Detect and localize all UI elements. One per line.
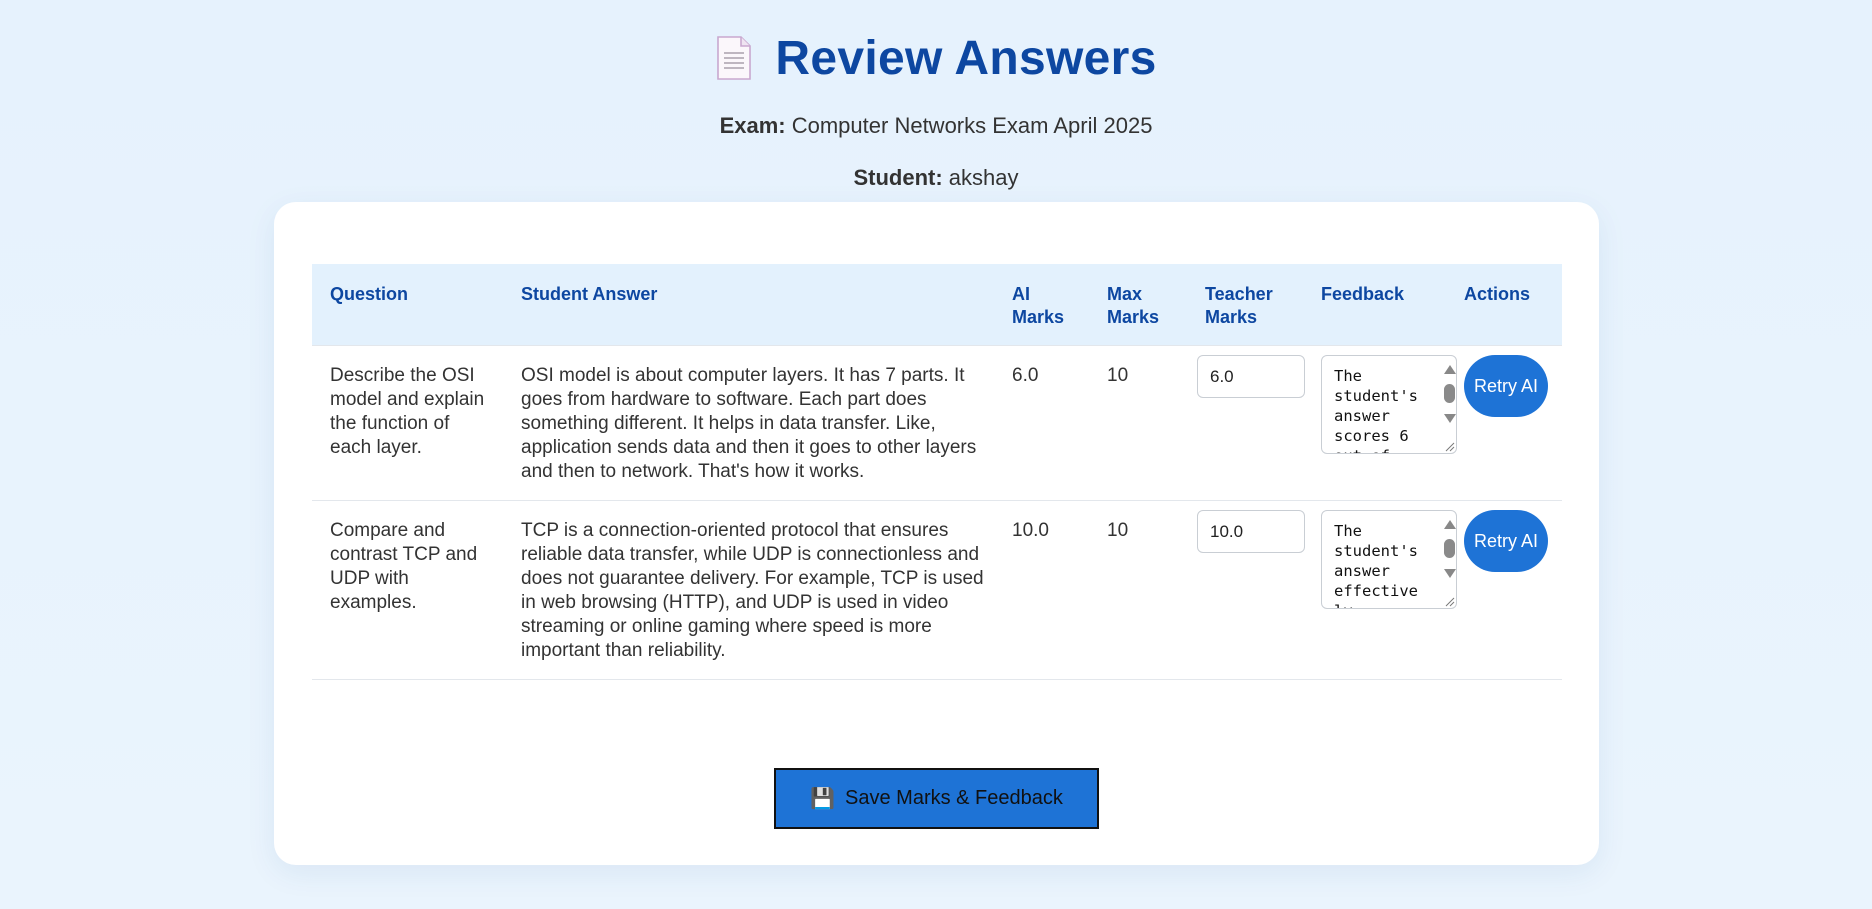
exam-info: Exam: Computer Networks Exam April 2025 bbox=[0, 113, 1872, 139]
teacher-marks-input[interactable] bbox=[1197, 510, 1305, 553]
exam-label: Exam: bbox=[719, 113, 786, 138]
scroll-thumb[interactable] bbox=[1444, 539, 1455, 558]
review-table: Question Student Answer AI Marks Max Mar… bbox=[312, 264, 1562, 680]
feedback-cell: The student's answer scores 6 out of bbox=[1303, 345, 1457, 501]
header-actions: Actions bbox=[1446, 264, 1562, 346]
save-button-label: Save Marks & Feedback bbox=[845, 787, 1063, 809]
table-header-row: Question Student Answer AI Marks Max Mar… bbox=[312, 264, 1562, 346]
header-student-answer: Student Answer bbox=[503, 264, 994, 346]
feedback-textarea[interactable]: The student's answer effective ly bbox=[1321, 510, 1457, 609]
resize-handle-icon[interactable] bbox=[1443, 440, 1455, 452]
header-feedback: Feedback bbox=[1303, 264, 1446, 346]
student-label: Student: bbox=[853, 165, 943, 190]
header-ai-marks: AI Marks bbox=[994, 264, 1089, 346]
feedback-text: The student's answer scores 6 out of bbox=[1334, 367, 1418, 453]
scroll-up-arrow-icon[interactable] bbox=[1444, 365, 1456, 374]
title-row: Review Answers bbox=[0, 28, 1872, 88]
document-icon bbox=[715, 35, 753, 81]
max-marks-cell: 10 bbox=[1089, 345, 1187, 501]
header-max-marks: Max Marks bbox=[1089, 264, 1187, 346]
exam-name: Computer Networks Exam April 2025 bbox=[791, 113, 1153, 138]
table-row: Describe the OSI model and explain the f… bbox=[312, 345, 1562, 501]
floppy-disk-icon: 💾 bbox=[810, 788, 836, 810]
save-marks-feedback-button[interactable]: 💾 Save Marks & Feedback bbox=[774, 768, 1099, 829]
feedback-scrollbar[interactable] bbox=[1442, 511, 1456, 608]
max-marks-cell: 10 bbox=[1089, 500, 1187, 680]
page-header: Review Answers Exam: Computer Networks E… bbox=[0, 0, 1872, 191]
actions-cell: Retry AI bbox=[1446, 345, 1562, 501]
ai-marks-cell: 6.0 bbox=[994, 345, 1089, 501]
feedback-scrollbar[interactable] bbox=[1442, 356, 1456, 453]
resize-handle-icon[interactable] bbox=[1443, 595, 1455, 607]
header-question: Question bbox=[312, 264, 503, 346]
question-cell: Describe the OSI model and explain the f… bbox=[312, 345, 503, 501]
question-cell: Compare and contrast TCP and UDP with ex… bbox=[312, 500, 503, 680]
answer-cell: TCP is a connection-oriented protocol th… bbox=[503, 500, 994, 680]
teacher-marks-cell bbox=[1187, 500, 1305, 680]
ai-marks-cell: 10.0 bbox=[994, 500, 1089, 680]
actions-cell: Retry AI bbox=[1446, 500, 1562, 680]
scroll-down-arrow-icon[interactable] bbox=[1444, 569, 1456, 578]
save-bar: 💾 Save Marks & Feedback bbox=[274, 768, 1599, 829]
teacher-marks-cell bbox=[1187, 345, 1305, 501]
table-row: Compare and contrast TCP and UDP with ex… bbox=[312, 500, 1562, 680]
student-info: Student: akshay bbox=[0, 165, 1872, 191]
feedback-text: The student's answer effective ly bbox=[1334, 522, 1418, 608]
page-title: Review Answers bbox=[775, 31, 1157, 85]
feedback-cell: The student's answer effective ly bbox=[1303, 500, 1457, 680]
teacher-marks-input[interactable] bbox=[1197, 355, 1305, 398]
feedback-textarea[interactable]: The student's answer scores 6 out of bbox=[1321, 355, 1457, 454]
scroll-thumb[interactable] bbox=[1444, 384, 1455, 403]
retry-ai-button[interactable]: Retry AI bbox=[1464, 355, 1548, 417]
scroll-down-arrow-icon[interactable] bbox=[1444, 414, 1456, 423]
retry-ai-button[interactable]: Retry AI bbox=[1464, 510, 1548, 572]
answer-cell: OSI model is about computer layers. It h… bbox=[503, 345, 994, 501]
scroll-up-arrow-icon[interactable] bbox=[1444, 520, 1456, 529]
review-card: Question Student Answer AI Marks Max Mar… bbox=[274, 202, 1599, 865]
student-name: akshay bbox=[948, 165, 1019, 190]
header-teacher-marks: Teacher Marks bbox=[1187, 264, 1303, 346]
